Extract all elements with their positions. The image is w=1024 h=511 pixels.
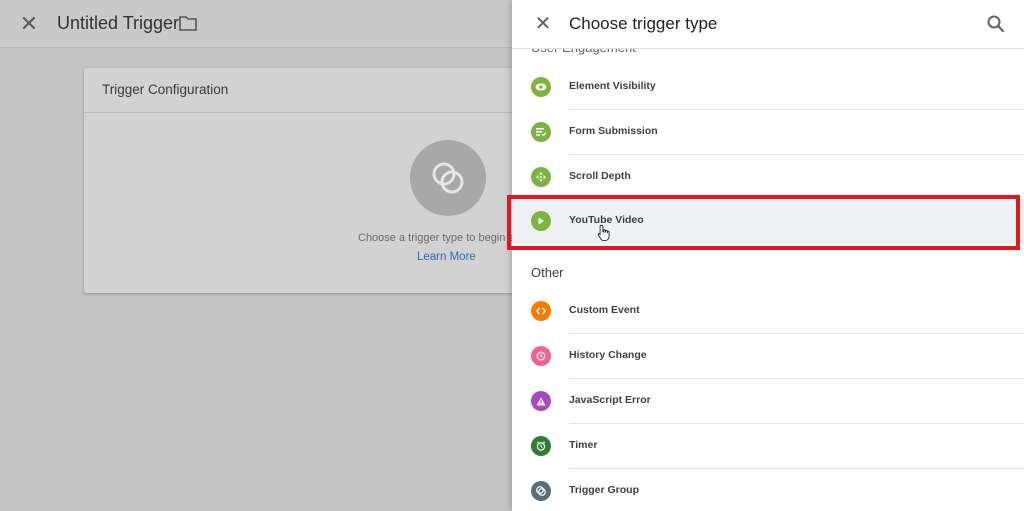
- trigger-item-label: Scroll Depth: [569, 170, 631, 182]
- panel-title: Choose trigger type: [569, 14, 718, 33]
- trigger-item-label: History Change: [569, 349, 647, 361]
- trigger-item-label: Custom Event: [569, 304, 640, 316]
- trigger-item-form-submission[interactable]: Form Submission: [512, 110, 1024, 155]
- close-icon[interactable]: ✕: [532, 13, 554, 35]
- group-icon: [531, 481, 551, 501]
- trigger-item-label: Timer: [569, 439, 598, 451]
- code-icon: [531, 301, 551, 321]
- choose-trigger-hint: Choose a trigger type to begin s: [358, 232, 514, 244]
- choose-trigger-panel: ✕ Choose trigger type User Engagement El…: [512, 0, 1024, 511]
- eye-icon: [531, 77, 551, 97]
- trigger-name[interactable]: Untitled Trigger: [57, 13, 179, 34]
- folder-icon[interactable]: [179, 15, 197, 31]
- trigger-item-label: Trigger Group: [569, 484, 640, 496]
- history-icon: [531, 346, 551, 366]
- warning-icon: [531, 391, 551, 411]
- close-icon[interactable]: ✕: [18, 13, 40, 35]
- learn-more-link[interactable]: Learn More: [417, 251, 476, 263]
- trigger-item-element-visibility[interactable]: Element Visibility: [512, 65, 1024, 110]
- scroll-icon: [531, 167, 551, 187]
- panel-header: ✕ Choose trigger type: [512, 0, 1024, 49]
- highlight-annotation: [507, 195, 1020, 250]
- section-other: Other: [531, 265, 564, 280]
- trigger-item-label: Element Visibility: [569, 80, 656, 92]
- trigger-item-label: Form Submission: [569, 125, 658, 137]
- trigger-item-trigger-group[interactable]: Trigger Group: [512, 469, 1024, 511]
- trigger-item-scroll-depth[interactable]: Scroll Depth: [512, 155, 1024, 200]
- trigger-item-custom-event[interactable]: Custom Event: [512, 289, 1024, 334]
- trigger-item-history-change[interactable]: History Change: [512, 334, 1024, 379]
- form-icon: [531, 122, 551, 142]
- trigger-item-label: JavaScript Error: [569, 394, 651, 406]
- search-icon[interactable]: [986, 14, 1006, 34]
- trigger-item-javascript-error[interactable]: JavaScript Error: [512, 379, 1024, 424]
- trigger-configuration-card[interactable]: Trigger Configuration Choose a trigger t…: [84, 68, 544, 293]
- trigger-item-timer[interactable]: Timer: [512, 424, 1024, 469]
- hand-cursor-icon: [597, 224, 610, 242]
- card-title: Trigger Configuration: [84, 68, 544, 113]
- timer-icon: [531, 436, 551, 456]
- trigger-placeholder-icon[interactable]: [410, 140, 486, 216]
